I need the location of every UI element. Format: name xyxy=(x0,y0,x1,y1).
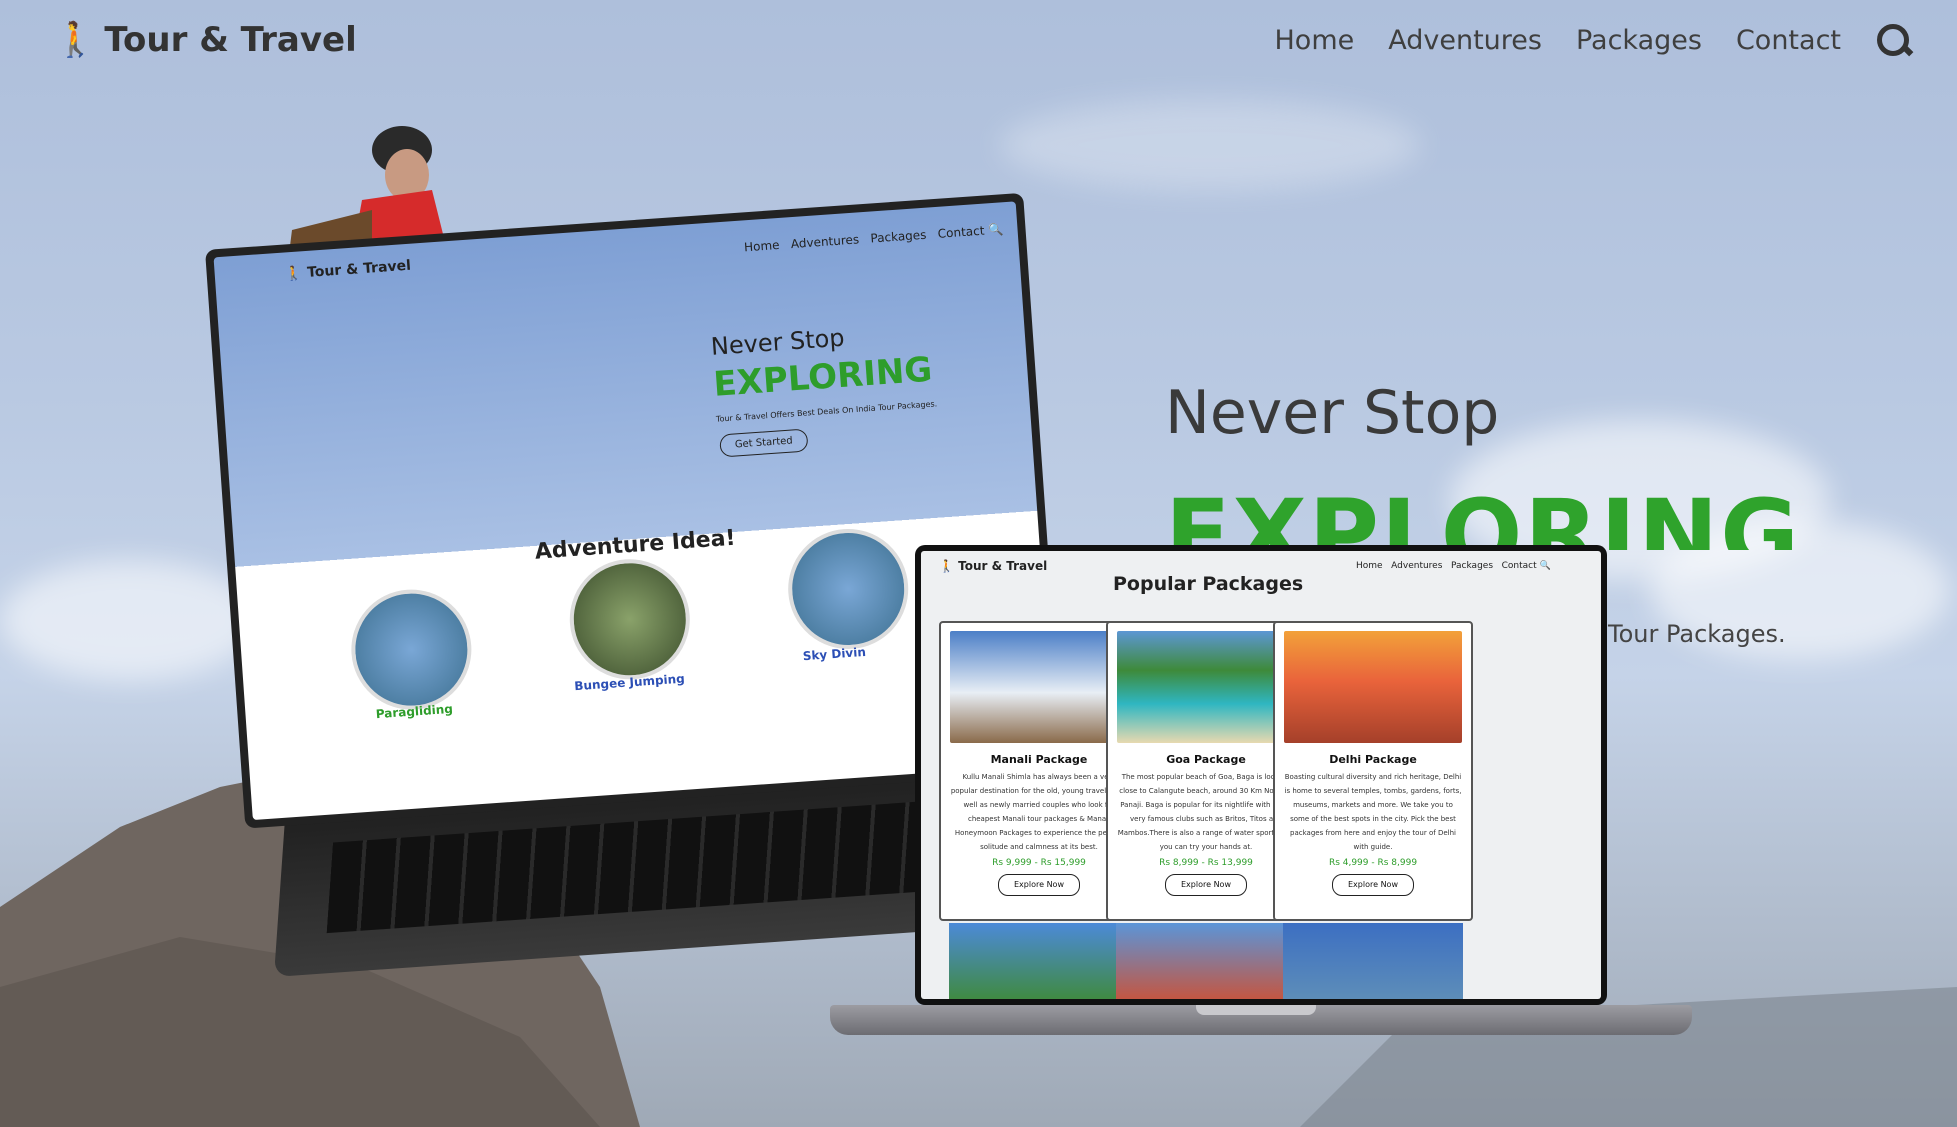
front-mini-nav: Home Adventures Packages Contact 🔍 xyxy=(1356,561,1551,571)
hero-title: EXPLORING xyxy=(1165,480,1802,550)
hiker-icon: 🚶 xyxy=(284,265,303,283)
front-mini-nav-packages: Packages xyxy=(1451,561,1494,571)
package-image-row2 xyxy=(1116,923,1296,999)
mini-nav-adventures: Adventures xyxy=(790,232,860,252)
package-card: Delhi Package Boasting cultural diversit… xyxy=(1273,621,1473,921)
laptop-front-notch xyxy=(1196,1005,1316,1015)
mini-hero-subtitle: Never Stop xyxy=(710,323,846,361)
mini-nav-contact: Contact xyxy=(937,223,985,241)
mini-hero-tagline: Tour & Travel Offers Best Deals On India… xyxy=(715,399,938,424)
bungee-image xyxy=(565,555,694,684)
mini-cta-button: Get Started xyxy=(719,428,809,458)
brand-name: Tour & Travel xyxy=(104,20,357,60)
package-title: Delhi Package xyxy=(1329,753,1417,766)
hero-subtitle: Never Stop xyxy=(1165,378,1500,448)
goa-image xyxy=(1117,631,1295,743)
laptop-front-screen: 🚶 Tour & Travel Home Adventures Packages… xyxy=(915,545,1607,1005)
skydiving-image xyxy=(784,524,913,653)
search-icon: 🔍 xyxy=(987,222,1004,238)
search-icon[interactable] xyxy=(1875,22,1911,58)
manali-image xyxy=(950,631,1128,743)
search-icon: 🔍 xyxy=(1539,561,1551,571)
front-mini-brand-name: Tour & Travel xyxy=(958,559,1048,573)
mini-adventure-3: Sky Divin xyxy=(802,644,867,664)
nav-home[interactable]: Home xyxy=(1275,25,1355,56)
front-mini-nav-adventures: Adventures xyxy=(1391,561,1443,571)
mini-nav-packages: Packages xyxy=(870,227,927,246)
hiker-icon: 🚶 xyxy=(54,20,97,60)
explore-now-button[interactable]: Explore Now xyxy=(1165,874,1247,896)
nav-packages[interactable]: Packages xyxy=(1576,25,1702,56)
main-nav: Home Adventures Packages Contact xyxy=(1275,22,1912,58)
package-image-row2 xyxy=(949,923,1129,999)
front-mini-nav-contact: Contact xyxy=(1501,561,1537,571)
package-desc: Boasting cultural diversity and rich her… xyxy=(1284,773,1462,851)
package-price: Rs 4,999 - Rs 8,999 xyxy=(1328,858,1418,868)
front-mini-nav-home: Home xyxy=(1356,561,1383,571)
mini-nav-home: Home xyxy=(743,237,780,255)
nav-adventures[interactable]: Adventures xyxy=(1388,25,1542,56)
front-section-title: Popular Packages xyxy=(1113,573,1304,595)
front-mini-brand: 🚶 Tour & Travel xyxy=(939,559,1047,573)
paragliding-image xyxy=(347,585,476,714)
delhi-image xyxy=(1284,631,1462,743)
mini-brand-name: Tour & Travel xyxy=(306,257,412,281)
mini-nav: Home Adventures Packages Contact 🔍 xyxy=(744,222,1004,254)
explore-now-button[interactable]: Explore Now xyxy=(1332,874,1414,896)
mini-adventure-2: Bungee Jumping xyxy=(573,671,686,694)
cloud-decoration xyxy=(1000,100,1420,190)
hero-tagline: Tour Packages. xyxy=(1608,620,1786,648)
brand-logo[interactable]: 🚶 Tour & Travel xyxy=(54,20,357,60)
hiker-icon: 🚶 xyxy=(939,559,954,573)
explore-now-button[interactable]: Explore Now xyxy=(998,874,1080,896)
mini-brand: 🚶 Tour & Travel xyxy=(284,258,411,283)
laptop-front-webpage: 🚶 Tour & Travel Home Adventures Packages… xyxy=(921,551,1601,999)
package-image-row2 xyxy=(1283,923,1463,999)
nav-contact[interactable]: Contact xyxy=(1736,25,1841,56)
